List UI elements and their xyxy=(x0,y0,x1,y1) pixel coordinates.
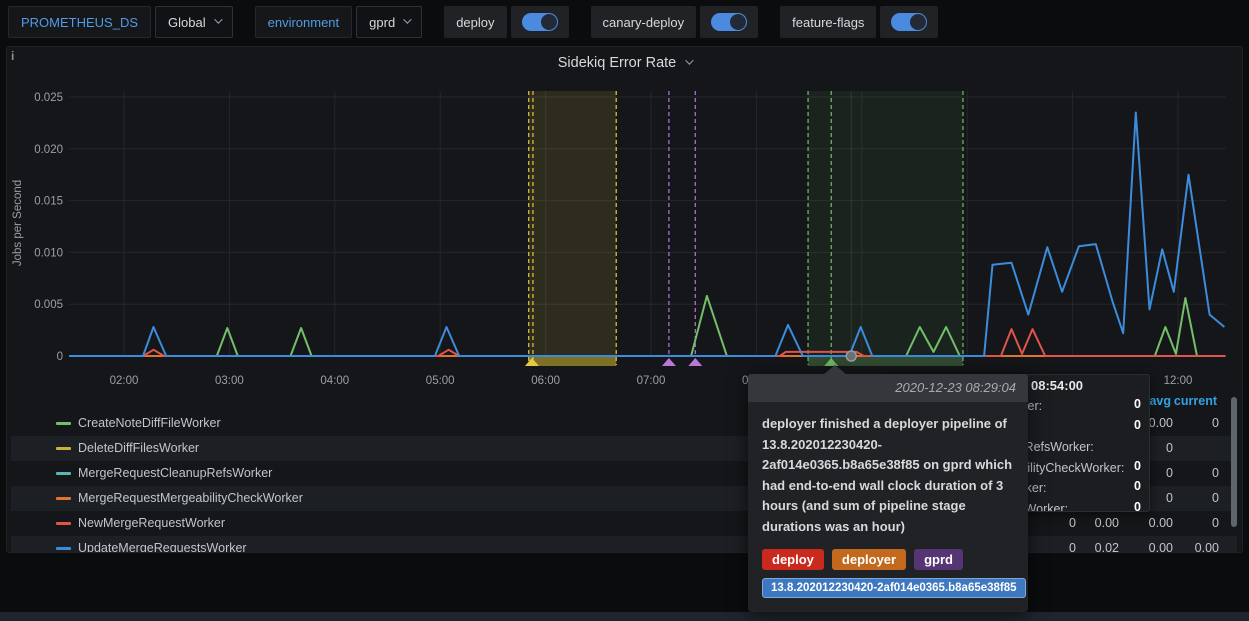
annotation-tag-gprd: gprd xyxy=(914,549,963,570)
chevron-down-icon xyxy=(214,15,222,23)
annotation-version-tag: 13.8.202012230420-2af014e0365.b8a65e38f8… xyxy=(762,578,1026,598)
y-tick-label: 0.010 xyxy=(34,247,63,259)
annotation-message: deployer finished a deployer pipeline of… xyxy=(762,414,1014,537)
crosshair-time-label: 08:54:00 xyxy=(1031,378,1083,393)
annotation-region xyxy=(529,91,616,356)
annotation-tag-deploy: deploy xyxy=(762,549,824,570)
environment-variable-dropdown[interactable]: gprd xyxy=(356,6,422,38)
legend-series-name[interactable]: CreateNoteDiffFileWorker xyxy=(78,416,221,430)
legend-series-name[interactable]: UpdateMergeRequestsWorker xyxy=(78,541,247,553)
legend-column-header-current[interactable]: current xyxy=(1147,394,1217,408)
series-color-dash-icon[interactable] xyxy=(56,422,71,425)
legend-value-current: 0 xyxy=(1149,416,1219,430)
crosshair-series-value: 0 xyxy=(1134,397,1141,411)
legend-series-name[interactable]: DeleteDiffFilesWorker xyxy=(78,441,199,455)
series-color-dash-icon[interactable] xyxy=(56,522,71,525)
datasource-variable-dropdown[interactable]: Global xyxy=(155,6,233,38)
legend-series-name[interactable]: MergeRequestCleanupRefsWorker xyxy=(78,466,272,480)
toggle-knob xyxy=(730,14,746,30)
legend-value-current: 0 xyxy=(1149,516,1219,530)
dashboard: PROMETHEUS_DS Global environment gprd de… xyxy=(0,0,1249,621)
datasource-variable-label[interactable]: PROMETHEUS_DS xyxy=(8,6,151,38)
legend-series-name[interactable]: MergeRequestMergeabilityCheckWorker xyxy=(78,491,303,505)
y-tick-label: 0.005 xyxy=(34,299,63,311)
datasource-variable-value: Global xyxy=(168,15,206,30)
x-tick-label: 02:00 xyxy=(110,375,139,387)
environment-variable-label[interactable]: environment xyxy=(255,6,353,38)
annotation-body: deployer finished a deployer pipeline of… xyxy=(748,402,1028,612)
annotation-region-bar[interactable] xyxy=(529,357,616,366)
x-tick-label: 06:00 xyxy=(531,375,560,387)
series-color-dash-icon[interactable] xyxy=(56,472,71,475)
legend-value-current: 0 xyxy=(1149,491,1219,505)
next-panel-edge xyxy=(0,612,1249,621)
x-tick-label: 03:00 xyxy=(215,375,244,387)
panel-info-icon[interactable]: i xyxy=(11,49,14,63)
y-tick-label: 0 xyxy=(57,351,63,363)
series-color-dash-icon[interactable] xyxy=(56,547,71,550)
toggle-switch-canary-deploy[interactable] xyxy=(700,6,758,38)
y-tick-label: 0.020 xyxy=(34,144,63,156)
dashboard-toolbar: PROMETHEUS_DS Global environment gprd de… xyxy=(0,0,1249,44)
series-line-NewMergeRequestWorker xyxy=(69,329,1225,356)
legend-value-current: 0.00 xyxy=(1149,541,1219,553)
toggle-pill xyxy=(522,13,558,31)
legend-series-name[interactable]: NewMergeRequestWorker xyxy=(78,516,225,530)
annotation-tag-deployer: deployer xyxy=(832,549,906,570)
series-color-dash-icon[interactable] xyxy=(56,497,71,500)
y-tick-label: 0.025 xyxy=(34,92,63,104)
legend-row: UpdateMergeRequestsWorker00.020.000.00 xyxy=(11,536,1237,553)
crosshair-series-value: 0 xyxy=(1134,459,1141,473)
y-tick-label: 0.015 xyxy=(34,196,63,208)
series-line-CreateNoteDiffFileWorker xyxy=(69,296,1225,356)
toggle-label-feature-flags: feature-flags xyxy=(780,6,876,38)
toggle-label-canary-deploy: canary-deploy xyxy=(591,6,697,38)
toggle-pill xyxy=(711,13,747,31)
y-axis-title: Jobs per Second xyxy=(12,180,24,266)
crosshair-series-value: 0 xyxy=(1134,479,1141,493)
annotation-version-tag-row: 13.8.202012230420-2af014e0365.b8a65e38f8… xyxy=(762,578,1014,598)
annotation-marker-icon[interactable] xyxy=(662,358,676,366)
annotation-timestamp: 2020-12-23 08:29:04 xyxy=(748,374,1028,402)
tooltip-arrow-icon xyxy=(824,365,846,374)
environment-variable-value: gprd xyxy=(369,15,395,30)
x-tick-label: 04:00 xyxy=(320,375,349,387)
panel-header-menu[interactable]: Sidekiq Error Rate xyxy=(7,47,1242,79)
legend-value-current: 0 xyxy=(1149,466,1219,480)
chevron-down-icon xyxy=(403,15,411,23)
toggle-pill xyxy=(891,13,927,31)
legend-row: NewMergeRequestWorker00.000.000 xyxy=(11,511,1237,536)
crosshair-series-value: 0 xyxy=(1134,500,1141,513)
chevron-down-icon xyxy=(685,56,693,64)
x-tick-label: 12:00 xyxy=(1164,375,1193,387)
crosshair-series-value: 0 xyxy=(1134,418,1141,432)
hover-point-icon xyxy=(846,351,856,361)
toggle-groups: deploy canary-deploy feature-flags xyxy=(426,6,942,38)
toggle-switch-deploy[interactable] xyxy=(511,6,569,38)
deploy-annotation-tooltip: 2020-12-23 08:29:04 deployer finished a … xyxy=(748,374,1028,612)
toggle-switch-feature-flags[interactable] xyxy=(880,6,938,38)
toggle-knob xyxy=(910,14,926,30)
annotation-tags: deploy deployer gprd xyxy=(762,549,1014,570)
toggle-knob xyxy=(541,14,557,30)
series-color-dash-icon[interactable] xyxy=(56,447,71,450)
x-tick-label: 07:00 xyxy=(637,375,666,387)
annotation-marker-icon[interactable] xyxy=(688,358,702,366)
x-tick-label: 05:00 xyxy=(426,375,455,387)
legend-scrollbar[interactable] xyxy=(1231,397,1237,527)
panel-title: Sidekiq Error Rate xyxy=(558,55,676,71)
toggle-label-deploy: deploy xyxy=(444,6,506,38)
